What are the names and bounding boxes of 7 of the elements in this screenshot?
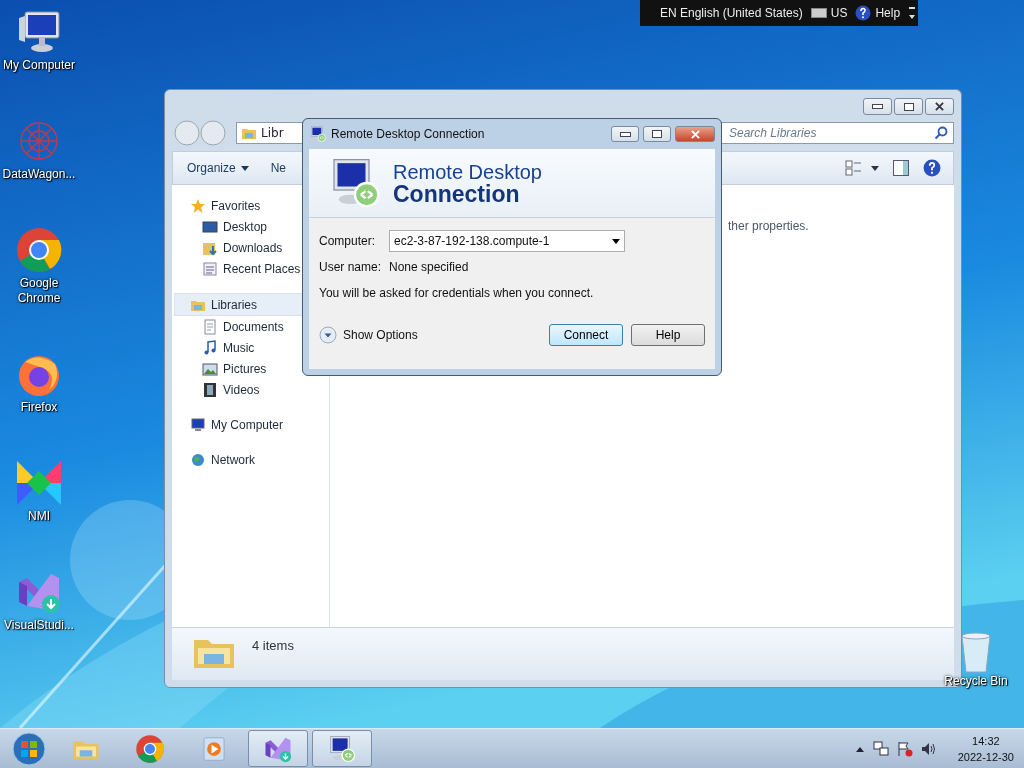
field-label: Computer: <box>319 234 377 248</box>
dialog-heading: Connection <box>393 183 520 205</box>
field-label: User name: <box>319 260 383 274</box>
item-count: 4 items <box>252 638 294 653</box>
dialog-heading: Remote Desktop <box>393 161 542 183</box>
library-description: ther properties. <box>728 219 809 233</box>
user-name-value: None specified <box>389 260 469 274</box>
